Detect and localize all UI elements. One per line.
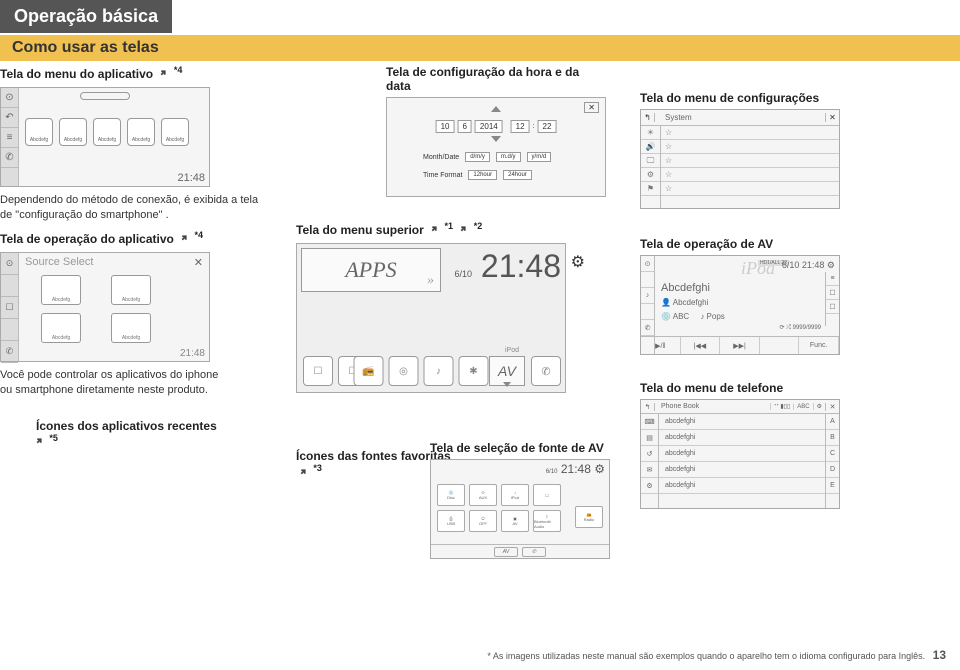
fav-tile: ◎ [389,356,419,386]
fav-tile: ♪ [424,356,454,386]
app-tile: ☐ [303,356,333,386]
link-icon [177,231,191,248]
footnote: * As imagens utilizadas neste manual são… [487,648,946,664]
back-icon: ↰ [641,113,655,122]
note-connection: Dependendo do método de conexão, é exibi… [0,193,260,222]
apps-button: APPS » [301,248,441,292]
label-recent-icons: Ícones dos aplicativos recentes *5 [36,419,260,451]
fav-tile: 📻 [354,356,384,386]
mock-phone-menu-screen: ↰ Phone Book ᐩᐩ ▮▯▯ ABC ⚙ ✕ ⌨▤↺✉⚙ abcdef… [640,399,840,509]
mock-source-select-screen: ⊙☐✆ Source Select ✕ Abcdefg Abcdefg Abcd… [0,252,210,362]
link-icon [32,434,46,451]
back-icon: ↰ [641,403,655,411]
close-icon: ✕ [194,256,203,269]
mock-app-menu-screen: ⊙↶≡✆ Abcdefg Abcdefg Abcdefg Abcdefg Abc… [0,87,210,187]
label-clock-config: Tela de configuração da hora e da data [386,65,596,93]
arrow-down-icon [491,136,501,142]
close-icon: ✕ [825,113,839,122]
chevron-down-icon [503,382,511,387]
label-settings-menu: Tela do menu de configurações [640,91,880,105]
label-app-operation: Tela de operação do aplicativo *4 [0,230,260,248]
link-icon [156,66,170,83]
label-top-menu: Tela do menu superior *1 *2 [296,221,596,239]
phone-button: ✆ [531,356,561,386]
section-subtitle: Como usar as telas [0,35,960,61]
close-icon: ✕ [584,102,599,113]
arrow-up-icon [491,106,501,112]
mock-clock-config-screen: ✕ 10 6 2014 12: 22 Month/Date d/m/y m.d/… [386,97,606,197]
chevron-icon: » [427,273,434,289]
mock-av-operation-screen: ⊙♪✆ iPod HD1/ALL 22 6/10 21:48 ⚙ Abcdefg… [640,255,840,355]
label-phone-menu: Tela do menu de telefone [640,381,880,395]
av-button: AV [489,356,525,386]
mock-settings-screen: ↰System✕ ☀🔊🖵⚙⚑ ☆☆☆☆☆ [640,109,840,209]
section-title: Operação básica [0,0,172,33]
clock-text: 21:48 [177,172,205,184]
clock-display: 6/10 21:48 [455,248,562,285]
close-icon: ✕ [825,403,839,411]
page-number: 13 [933,648,946,662]
label-app-menu: Tela do menu do aplicativo *4 [0,65,260,83]
label-av-select: Tela de seleção de fonte de AV [430,441,640,455]
link-icon [456,222,470,239]
link-icon [296,465,310,482]
mock-av-select-screen: 6/10 21:48 ⚙ 💿Disc ⊙AUX ♪iPod ☐ ⎙USB ⏻OF… [430,459,610,559]
mock-top-menu-screen: APPS » 6/10 21:48 ⚙ ☐ ☐ 📻 ◎ ♪ ✱ iPod AV … [296,243,566,393]
label-av-operation: Tela de operação de AV [640,237,880,251]
link-icon [427,222,441,239]
note-control: Você pode controlar os aplicativos do ip… [0,368,220,397]
gear-icon: ⚙ [571,252,585,272]
fav-tile: ✱ [459,356,489,386]
